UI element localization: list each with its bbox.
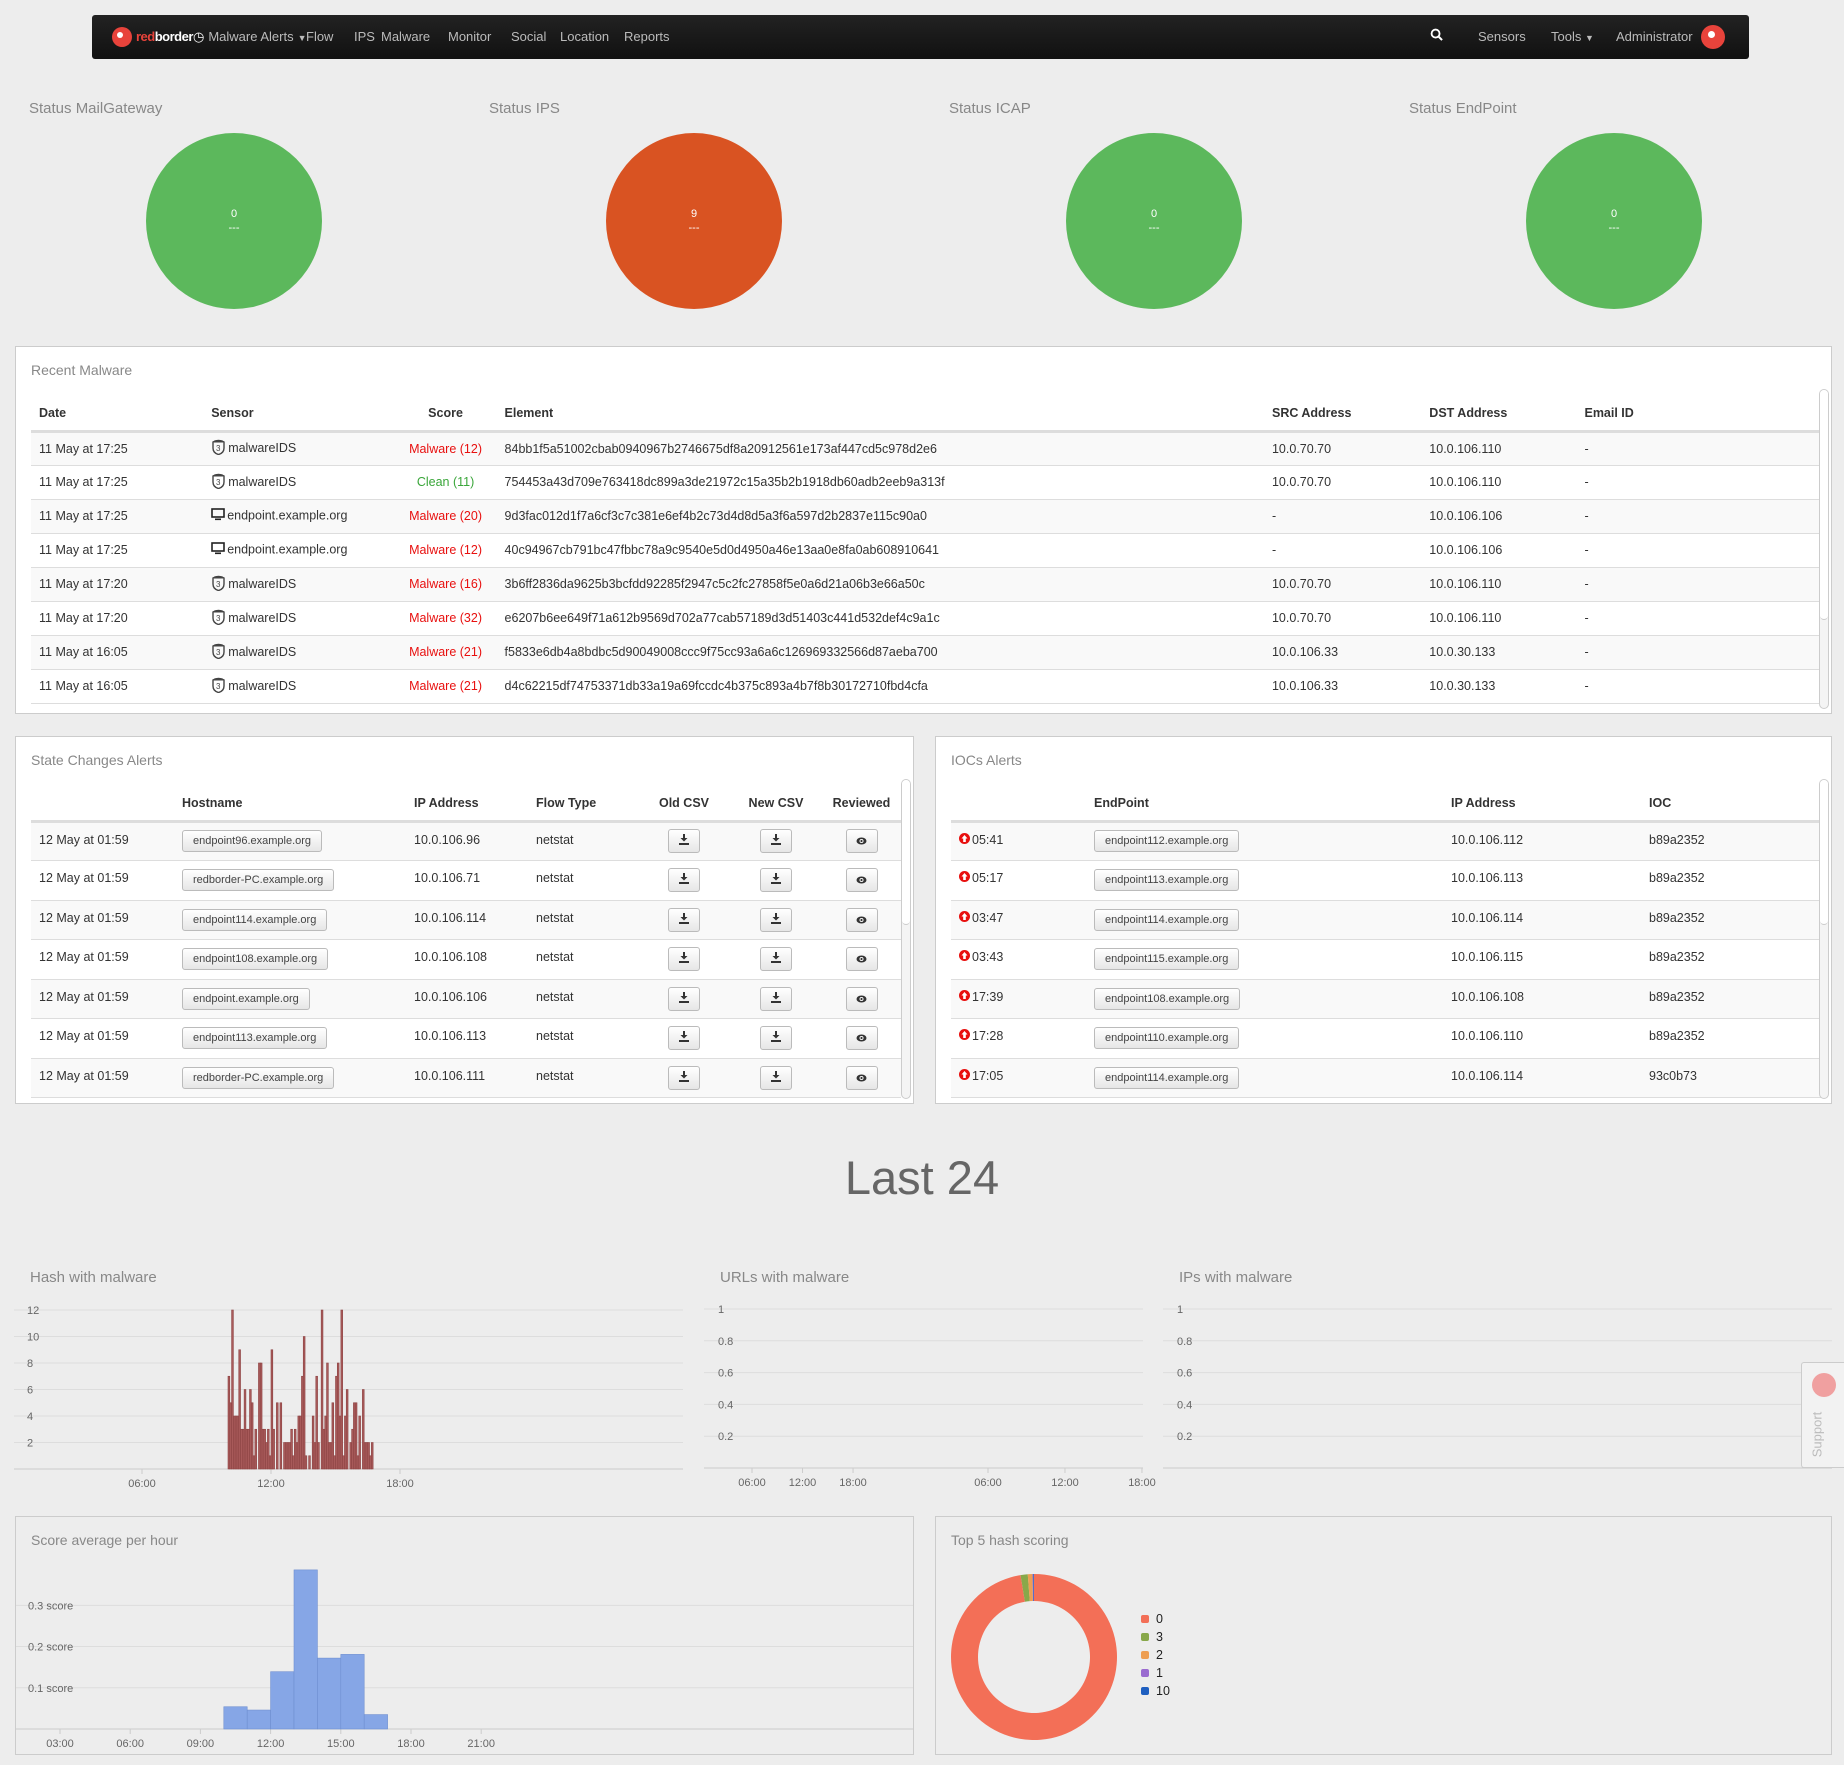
y-tick-label: 6 bbox=[27, 1385, 33, 1397]
y-tick-label: 1 bbox=[718, 1304, 724, 1316]
legend-item[interactable]: 10 bbox=[1141, 1682, 1170, 1700]
bar[interactable] bbox=[279, 1402, 283, 1470]
legend-swatch bbox=[1141, 1669, 1149, 1677]
bar[interactable] bbox=[371, 1442, 374, 1470]
legend-label: 0 bbox=[1156, 1612, 1163, 1626]
bar[interactable] bbox=[345, 1389, 349, 1470]
x-tick-label: 12:00 bbox=[1051, 1477, 1079, 1489]
legend-label: 2 bbox=[1156, 1648, 1163, 1662]
support-label: Support bbox=[1809, 1411, 1825, 1458]
legend-item[interactable]: 3 bbox=[1141, 1628, 1170, 1646]
y-tick-label: 0.2 bbox=[718, 1431, 733, 1443]
legend-swatch bbox=[1141, 1633, 1149, 1641]
top5-panel: Top 5 hash scoring 0 3 2 1 10 bbox=[935, 1516, 1832, 1755]
y-tick-label: 0.8 bbox=[718, 1336, 733, 1348]
x-tick-label: 06:00 bbox=[974, 1477, 1002, 1489]
y-tick-label: 0.8 bbox=[1177, 1336, 1192, 1348]
bar[interactable] bbox=[308, 1455, 311, 1470]
bar[interactable] bbox=[340, 1309, 343, 1470]
bar[interactable] bbox=[304, 1455, 308, 1470]
y-tick-label: 1 bbox=[1177, 1304, 1183, 1316]
support-tab[interactable]: Support bbox=[1801, 1362, 1844, 1468]
x-tick-label: 06:00 bbox=[738, 1477, 766, 1489]
legend-swatch bbox=[1141, 1651, 1149, 1659]
y-tick-label: 0.6 bbox=[1177, 1368, 1192, 1380]
bar[interactable] bbox=[302, 1336, 306, 1470]
bar[interactable] bbox=[254, 1428, 257, 1470]
charts-layer: 2468101206:00 12:00 18:000.20.40.60.8106:0… bbox=[14, 1304, 1832, 1750]
y-tick-label: 4 bbox=[27, 1411, 33, 1423]
support-icon bbox=[1812, 1373, 1836, 1397]
y-tick-label: 0.6 bbox=[718, 1368, 733, 1380]
legend-label: 10 bbox=[1156, 1684, 1170, 1698]
x-tick-label: 18:00 bbox=[839, 1477, 867, 1489]
x-tick-label: 12:00 bbox=[257, 1478, 285, 1490]
legend-swatch bbox=[1141, 1687, 1149, 1695]
x-tick-label: 18:00 bbox=[1128, 1477, 1156, 1489]
x-tick-label: 06:00 bbox=[128, 1478, 156, 1490]
y-tick-label: 12 bbox=[27, 1305, 39, 1317]
legend-item[interactable]: 2 bbox=[1141, 1646, 1170, 1664]
panel-title: Score average per hour bbox=[31, 1532, 179, 1548]
y-tick-label: 10 bbox=[27, 1332, 39, 1344]
bar[interactable] bbox=[272, 1428, 275, 1470]
bar[interactable] bbox=[276, 1402, 279, 1470]
bar[interactable] bbox=[358, 1415, 361, 1470]
panel-title: Top 5 hash scoring bbox=[951, 1532, 1069, 1548]
y-tick-label: 2 bbox=[27, 1438, 33, 1450]
x-tick-label: 18:00 bbox=[386, 1478, 414, 1490]
bar[interactable] bbox=[317, 1442, 320, 1470]
y-tick-label: 0.2 bbox=[1177, 1431, 1192, 1443]
y-tick-label: 8 bbox=[27, 1358, 33, 1370]
score-panel: Score average per hour bbox=[15, 1516, 914, 1755]
legend: 0 3 2 1 10 bbox=[1141, 1610, 1170, 1700]
y-tick-label: 0.4 bbox=[718, 1399, 733, 1411]
legend-swatch bbox=[1141, 1615, 1149, 1623]
y-tick-label: 0.4 bbox=[1177, 1399, 1192, 1411]
legend-item[interactable]: 0 bbox=[1141, 1610, 1170, 1628]
legend-label: 1 bbox=[1156, 1666, 1163, 1680]
legend-item[interactable]: 1 bbox=[1141, 1664, 1170, 1682]
x-tick-label: 12:00 bbox=[789, 1477, 817, 1489]
legend-label: 3 bbox=[1156, 1630, 1163, 1644]
